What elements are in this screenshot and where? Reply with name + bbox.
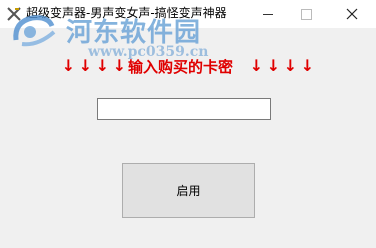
maximize-icon bbox=[300, 8, 312, 20]
watermark-logo-icon bbox=[13, 15, 56, 47]
maximize-button[interactable] bbox=[288, 0, 324, 28]
close-button[interactable] bbox=[334, 0, 370, 28]
minimize-icon bbox=[263, 13, 273, 15]
card-key-prompt: 输入购买的卡密 bbox=[128, 58, 234, 76]
card-key-input[interactable] bbox=[97, 98, 271, 120]
arrows-left: ↓ ↓ ↓ ↓ bbox=[60, 56, 128, 76]
down-arrow-icon: ↓ bbox=[78, 56, 93, 75]
down-arrow-icon: ↓ bbox=[266, 56, 281, 75]
down-arrow-icon: ↓ bbox=[283, 56, 298, 75]
app-window: 超级变声器-男声变女声-搞怪变声神器 河东软件园 www.pc0359.cn ↓… bbox=[0, 0, 376, 248]
down-arrow-icon: ↓ bbox=[300, 56, 315, 75]
down-arrow-icon: ↓ bbox=[249, 56, 264, 75]
enable-button[interactable]: 启用 bbox=[122, 163, 255, 218]
down-arrow-icon: ↓ bbox=[61, 56, 76, 75]
arrows-right: ↓ ↓ ↓ ↓ bbox=[248, 56, 316, 76]
minimize-button[interactable] bbox=[250, 0, 286, 28]
down-arrow-icon: ↓ bbox=[112, 56, 127, 75]
close-icon bbox=[346, 8, 358, 20]
down-arrow-icon: ↓ bbox=[95, 56, 110, 75]
